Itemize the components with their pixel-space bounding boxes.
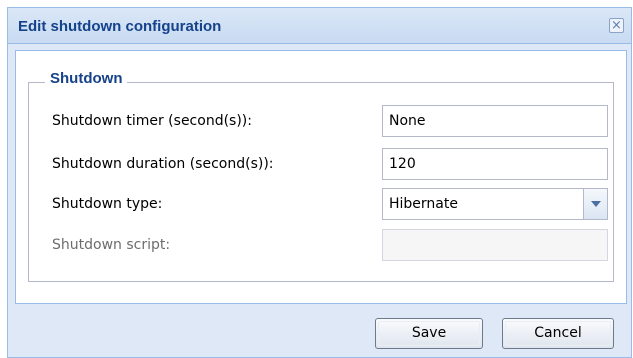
shutdown-timer-label: Shutdown timer (second(s)): [52,113,252,129]
save-button-label: Save [411,325,447,341]
edit-shutdown-dialog: Edit shutdown configuration × Shutdown S… [7,7,632,358]
shutdown-type-label: Shutdown type: [52,196,163,212]
shutdown-script-label: Shutdown script: [52,237,171,253]
dialog-title: Edit shutdown configuration [18,18,222,35]
shutdown-duration-input[interactable]: 120 [382,148,608,180]
cancel-button-label: Cancel [534,325,582,341]
shutdown-type-combo[interactable]: Hibernate [382,188,608,220]
cancel-button[interactable]: Cancel [502,318,614,349]
dialog-titlebar[interactable]: Edit shutdown configuration × [8,8,631,44]
fieldset-legend: Shutdown [45,70,128,87]
shutdown-script-input [382,229,608,261]
shutdown-type-value: Hibernate [389,196,458,212]
dialog-body: Shutdown Shutdown timer (second(s)): Non… [15,50,627,304]
save-button[interactable]: Save [375,318,483,349]
shutdown-timer-input[interactable]: None [382,105,608,137]
shutdown-duration-label: Shutdown duration (second(s)): [52,156,274,172]
close-icon[interactable]: × [609,18,624,33]
dialog-footer: Save Cancel [8,304,631,357]
chevron-down-icon[interactable] [583,189,607,219]
